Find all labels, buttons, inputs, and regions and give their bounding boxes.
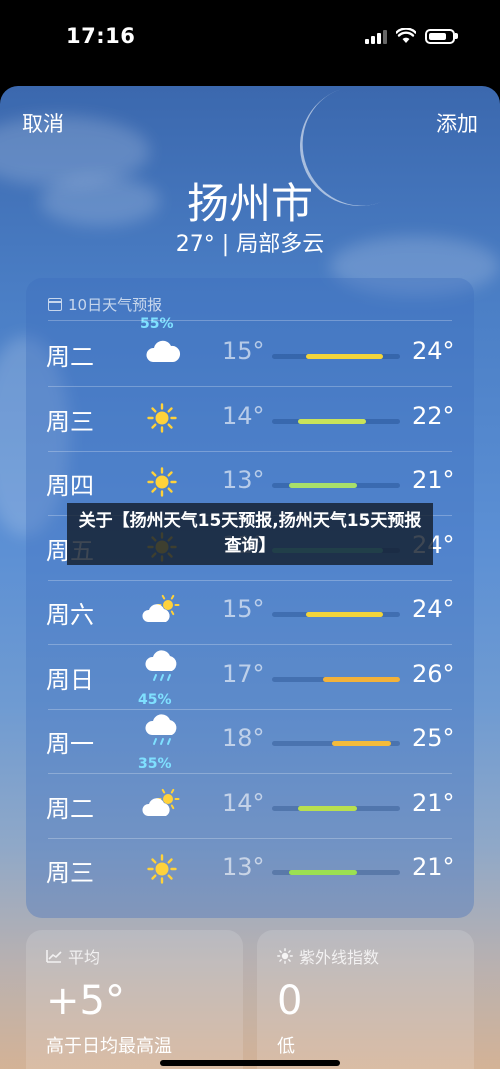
high-temp: 24° <box>412 595 455 623</box>
forecast-day: 周六 <box>46 601 94 629</box>
ten-day-forecast-card[interactable]: 10日天气预报 55% 周二15°24°周三14°22°周四13°21°周五11… <box>26 278 474 918</box>
partly-cloudy-icon <box>142 594 180 622</box>
status-time: 17:16 <box>66 24 136 48</box>
precipitation-chance: 35% <box>138 756 172 772</box>
forecast-day: 周三 <box>46 407 94 436</box>
high-temp: 21° <box>412 853 455 881</box>
sun-icon <box>277 948 293 964</box>
average-subtitle: 高于日均最高温 <box>46 1036 172 1057</box>
uv-card-title: 紫外线指数 <box>299 948 380 967</box>
precipitation-chance: 45% <box>138 691 172 708</box>
temp-range-fill <box>306 612 383 617</box>
rain-icon <box>145 649 177 681</box>
partly-cloudy-icon <box>142 788 180 816</box>
uv-value: 0 <box>277 978 303 1024</box>
forecast-row[interactable]: 周一 35% 18° 25° <box>26 710 474 774</box>
forecast-header: 10日天气预报 <box>48 294 162 315</box>
forecast-day: 周二 <box>46 343 94 371</box>
low-temp: 14° <box>222 788 265 817</box>
low-temp: 13° <box>222 466 265 494</box>
forecast-row[interactable]: 周六 15° 24° <box>26 581 474 645</box>
forecast-day: 周一 <box>46 730 94 758</box>
forecast-row[interactable]: 周日 45% 17° 26° <box>26 646 474 710</box>
forecast-day: 周日 <box>46 665 94 694</box>
weather-sheet: 取消 添加 扬州市 27° | 局部多云 10日天气预报 55% 周二 15° 24… <box>0 86 500 1069</box>
uv-index-card[interactable]: 紫外线指数 0 低 <box>257 930 474 1069</box>
sun-icon <box>147 402 177 433</box>
forecast-row[interactable]: 周二 15° 24° <box>26 323 474 387</box>
battery-icon <box>425 28 458 44</box>
city-name: 扬州市 <box>186 179 313 228</box>
forecast-day: 周三 <box>46 859 94 887</box>
current-summary: 27° | 局部多云 <box>175 232 325 257</box>
cellular-signal-icon <box>365 28 387 44</box>
temp-range-bar <box>272 870 400 875</box>
temp-range-fill <box>323 676 400 682</box>
temp-range-fill <box>289 483 358 488</box>
temp-range-fill <box>306 354 383 359</box>
home-indicator <box>160 1060 340 1066</box>
temp-range-bar <box>272 741 400 746</box>
add-button[interactable]: 添加 <box>436 108 478 138</box>
high-temp: 21° <box>412 788 455 817</box>
cancel-button[interactable]: 取消 <box>22 108 64 138</box>
forecast-row[interactable]: 周三 13° 21° <box>26 839 474 903</box>
temp-range-bar <box>272 612 400 617</box>
temp-range-bar <box>272 483 400 488</box>
high-temp: 25° <box>412 724 455 752</box>
low-temp: 18° <box>222 724 265 752</box>
low-temp: 13° <box>222 853 265 881</box>
forecast-row[interactable]: 周三 14° 22° <box>26 388 474 452</box>
average-value: +5° <box>46 978 125 1024</box>
forecast-day: 周四 <box>46 472 94 500</box>
high-temp: 22° <box>412 401 455 430</box>
average-card[interactable]: 平均 +5° 高于日均最高温 <box>26 930 243 1069</box>
temp-range-bar <box>272 805 400 811</box>
caption-overlay: 关于【扬州天气15天预报,扬州天气15天预报查询】 <box>67 503 433 565</box>
forecast-header-label: 10日天气预报 <box>68 296 163 314</box>
high-temp: 21° <box>412 466 455 494</box>
calendar-icon <box>48 298 62 311</box>
low-temp: 15° <box>222 337 265 365</box>
sun-icon <box>147 467 177 497</box>
temp-range-fill <box>297 805 358 811</box>
high-temp: 24° <box>412 337 455 365</box>
forecast-row[interactable]: 周二 14° 21° <box>26 775 474 839</box>
temp-range-fill <box>331 741 392 746</box>
status-bar: 17:16 <box>0 0 500 75</box>
wifi-icon <box>396 28 416 43</box>
low-temp: 14° <box>222 401 265 430</box>
trend-chart-icon <box>46 950 62 963</box>
status-icons <box>365 28 458 44</box>
uv-subtitle: 低 <box>277 1036 295 1057</box>
temp-range-fill <box>297 418 366 424</box>
rain-icon <box>145 714 177 745</box>
temp-range-bar <box>272 676 400 682</box>
high-temp: 26° <box>412 659 455 688</box>
temp-range-bar <box>272 354 400 359</box>
low-temp: 17° <box>222 659 265 688</box>
forecast-day: 周二 <box>46 794 94 823</box>
temp-range-fill <box>289 870 358 875</box>
sun-icon <box>147 854 177 884</box>
cloud-icon <box>146 340 181 362</box>
temp-range-bar <box>272 418 400 424</box>
low-temp: 15° <box>222 595 265 623</box>
average-card-title: 平均 <box>68 948 101 967</box>
